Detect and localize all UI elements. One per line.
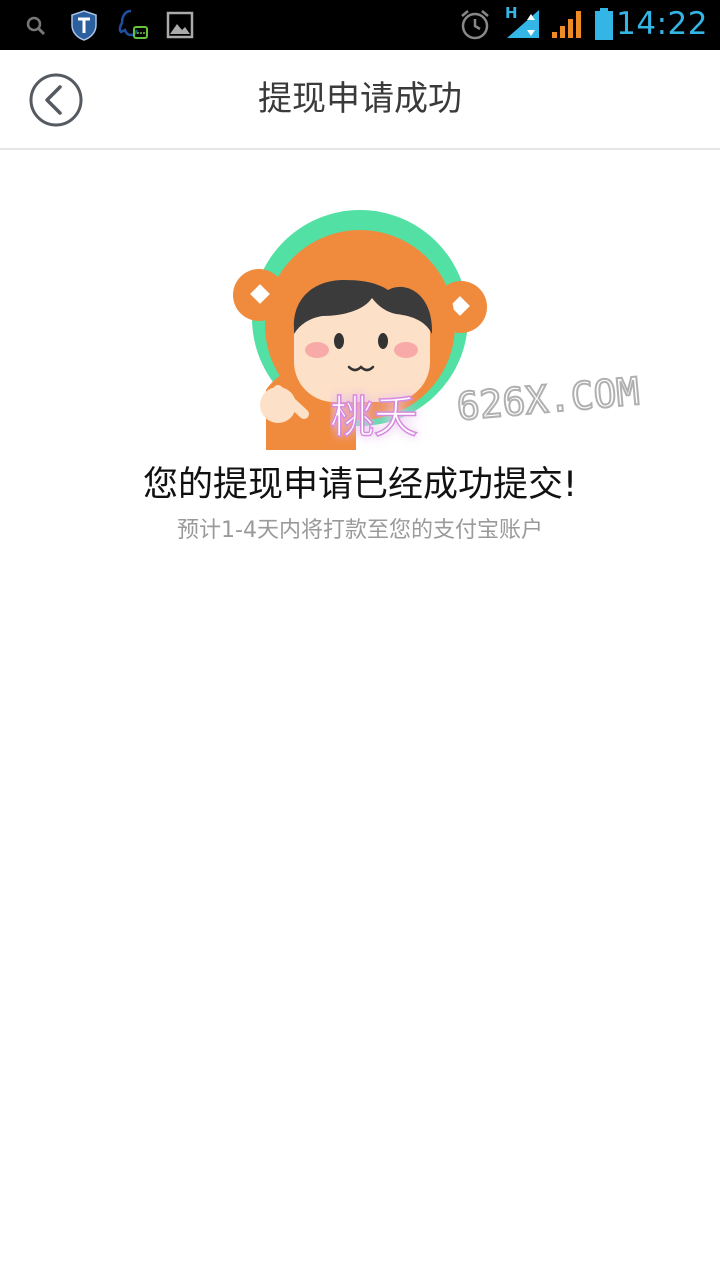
qq-icon (118, 9, 148, 39)
shield-icon (71, 10, 97, 41)
data-signal-icon (507, 10, 539, 38)
back-button[interactable] (28, 72, 84, 128)
cell-signal-icon (552, 11, 581, 38)
status-time: 14:22 (616, 6, 708, 42)
chevron-left-icon (45, 85, 62, 115)
search-icon (26, 16, 46, 36)
payout-info-text: 预计1-4天内将打款至您的支付宝账户 (177, 518, 543, 543)
svg-text:626X.COM: 626X.COM (455, 372, 641, 429)
app-header: 提现申请成功 (0, 50, 720, 150)
alarm-icon (461, 10, 489, 40)
success-message: 您的提现申请已经成功提交! (142, 465, 578, 505)
battery-icon (595, 8, 613, 40)
svg-text:桃夭: 桃夭 (330, 392, 418, 443)
page-title: 提现申请成功 (258, 79, 462, 119)
watermark: 桃夭 626X.COM (330, 372, 642, 444)
image-icon (166, 11, 194, 39)
status-bar: H 14:22 (0, 0, 720, 50)
